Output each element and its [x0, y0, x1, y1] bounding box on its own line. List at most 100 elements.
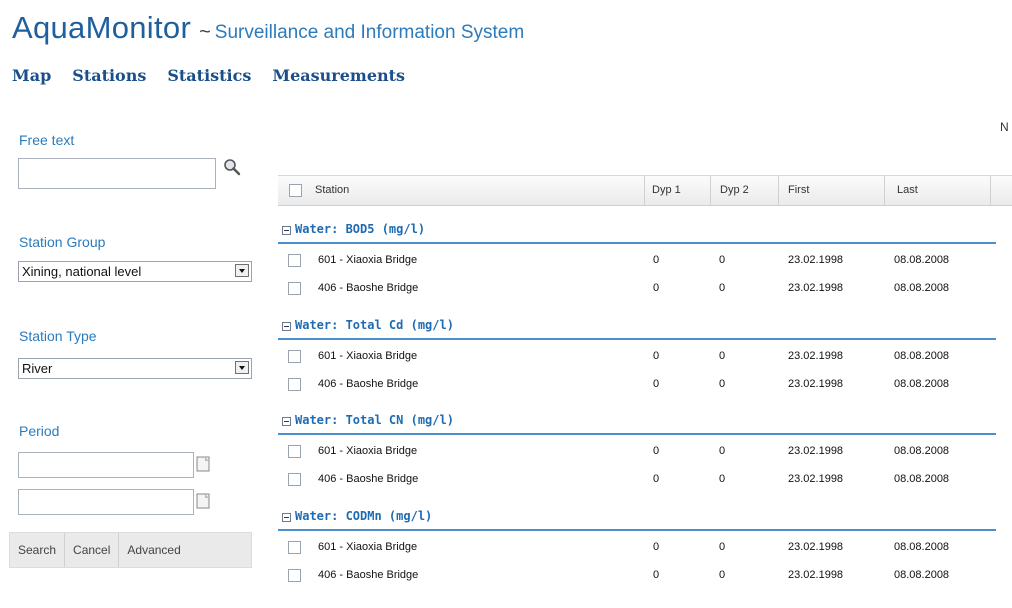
- table-row[interactable]: 601 - Xiaoxia Bridge 0 0 23.02.1998 08.0…: [278, 247, 996, 275]
- chevron-down-icon[interactable]: [235, 361, 249, 374]
- search-button[interactable]: Search: [10, 533, 66, 567]
- cell-station: 406 - Baoshe Bridge: [318, 378, 419, 390]
- cell-station: 406 - Baoshe Bridge: [318, 282, 419, 294]
- truncated-label: N: [1000, 120, 1009, 134]
- cell-dyp2: 0: [719, 378, 726, 390]
- table-row[interactable]: 601 - Xiaoxia Bridge 0 0 23.02.1998 08.0…: [278, 534, 996, 562]
- app-header: AquaMonitor ~ Surveillance and Information…: [12, 10, 524, 50]
- cell-first: 23.02.1998: [788, 473, 844, 485]
- col-station[interactable]: Station: [315, 176, 349, 205]
- app-subtitle: Surveillance and Information System: [214, 22, 525, 43]
- col-dyp1[interactable]: Dyp 1: [644, 176, 710, 205]
- station-group-label: Station Group: [19, 234, 106, 250]
- station-type-label: Station Type: [19, 328, 97, 344]
- cell-dyp1: 0: [653, 378, 660, 390]
- cell-last: 08.08.2008: [894, 541, 950, 553]
- col-filler: [990, 176, 1012, 205]
- cell-dyp2: 0: [719, 445, 726, 457]
- filter-actions: Search Cancel Advanced: [9, 532, 252, 568]
- col-dyp2[interactable]: Dyp 2: [710, 176, 778, 205]
- cell-dyp2: 0: [719, 350, 726, 362]
- cell-last: 08.08.2008: [894, 473, 950, 485]
- row-checkbox[interactable]: [288, 473, 301, 486]
- collapse-icon[interactable]: [282, 417, 291, 426]
- table-row[interactable]: 601 - Xiaoxia Bridge 0 0 23.02.1998 08.0…: [278, 343, 996, 371]
- chevron-down-icon[interactable]: [235, 264, 249, 277]
- select-all-checkbox[interactable]: [289, 184, 302, 197]
- cell-first: 23.02.1998: [788, 378, 844, 390]
- calendar-icon[interactable]: [196, 493, 210, 509]
- row-checkbox[interactable]: [288, 282, 301, 295]
- cell-station: 406 - Baoshe Bridge: [318, 569, 419, 581]
- group-header[interactable]: Water: Total Cd (mg/l): [278, 316, 996, 340]
- grid-header: Station Dyp 1 Dyp 2 First Last: [278, 175, 1012, 206]
- group-title: Water: CODMn (mg/l): [295, 509, 433, 523]
- row-checkbox[interactable]: [288, 541, 301, 554]
- cell-last: 08.08.2008: [894, 254, 950, 266]
- station-type-value: River: [22, 361, 53, 376]
- calendar-icon[interactable]: [196, 456, 210, 472]
- period-to-input[interactable]: [18, 489, 194, 515]
- cell-dyp1: 0: [653, 569, 660, 581]
- cell-station: 601 - Xiaoxia Bridge: [318, 350, 418, 362]
- cell-dyp2: 0: [719, 569, 726, 581]
- station-group-select[interactable]: Xining, national level: [18, 261, 252, 282]
- cell-last: 08.08.2008: [894, 445, 950, 457]
- row-checkbox[interactable]: [288, 445, 301, 458]
- cell-first: 23.02.1998: [788, 541, 844, 553]
- table-row[interactable]: 406 - Baoshe Bridge 0 0 23.02.1998 08.08…: [278, 562, 996, 590]
- cell-last: 08.08.2008: [894, 378, 950, 390]
- row-checkbox[interactable]: [288, 378, 301, 391]
- app-name: AquaMonitor: [12, 10, 192, 45]
- cell-dyp1: 0: [653, 282, 660, 294]
- advanced-button[interactable]: Advanced: [119, 533, 188, 567]
- table-row[interactable]: 406 - Baoshe Bridge 0 0 23.02.1998 08.08…: [278, 275, 996, 303]
- free-text-input[interactable]: [18, 158, 216, 189]
- free-text-label: Free text: [19, 132, 75, 148]
- main-nav: Map Stations Statistics Measurements: [12, 66, 426, 85]
- group-title: Water: BOD5 (mg/l): [295, 222, 426, 236]
- col-first[interactable]: First: [778, 176, 884, 205]
- cell-dyp1: 0: [653, 350, 660, 362]
- cell-dyp2: 0: [719, 541, 726, 553]
- table-row[interactable]: 601 - Xiaoxia Bridge 0 0 23.02.1998 08.0…: [278, 438, 996, 466]
- cell-last: 08.08.2008: [894, 569, 950, 581]
- row-checkbox[interactable]: [288, 350, 301, 363]
- nav-map[interactable]: Map: [12, 66, 51, 85]
- period-label: Period: [19, 423, 60, 439]
- cell-dyp1: 0: [653, 473, 660, 485]
- cancel-button[interactable]: Cancel: [65, 533, 120, 567]
- group-header[interactable]: Water: BOD5 (mg/l): [278, 220, 996, 244]
- table-row[interactable]: 406 - Baoshe Bridge 0 0 23.02.1998 08.08…: [278, 371, 996, 399]
- cell-station: 601 - Xiaoxia Bridge: [318, 445, 418, 457]
- cell-first: 23.02.1998: [788, 569, 844, 581]
- group-header[interactable]: Water: Total CN (mg/l): [278, 411, 996, 435]
- station-group-value: Xining, national level: [22, 264, 142, 279]
- collapse-icon[interactable]: [282, 226, 291, 235]
- collapse-icon[interactable]: [282, 322, 291, 331]
- cell-dyp1: 0: [653, 541, 660, 553]
- cell-station: 601 - Xiaoxia Bridge: [318, 254, 418, 266]
- collapse-icon[interactable]: [282, 513, 291, 522]
- cell-dyp2: 0: [719, 254, 726, 266]
- nav-measurements[interactable]: Measurements: [272, 66, 405, 85]
- station-type-select[interactable]: River: [18, 358, 252, 379]
- cell-last: 08.08.2008: [894, 350, 950, 362]
- cell-dyp1: 0: [653, 254, 660, 266]
- magnifier-icon[interactable]: [222, 157, 244, 179]
- cell-first: 23.02.1998: [788, 350, 844, 362]
- table-row[interactable]: 406 - Baoshe Bridge 0 0 23.02.1998 08.08…: [278, 466, 996, 494]
- group-header[interactable]: Water: CODMn (mg/l): [278, 507, 996, 531]
- group-title: Water: Total Cd (mg/l): [295, 318, 454, 332]
- cell-first: 23.02.1998: [788, 445, 844, 457]
- row-checkbox[interactable]: [288, 254, 301, 267]
- period-from-input[interactable]: [18, 452, 194, 478]
- cell-first: 23.02.1998: [788, 254, 844, 266]
- measurements-grid: Station Dyp 1 Dyp 2 First Last Water: BO…: [278, 175, 1012, 608]
- col-last[interactable]: Last: [884, 176, 990, 205]
- nav-statistics[interactable]: Statistics: [167, 66, 251, 85]
- cell-first: 23.02.1998: [788, 282, 844, 294]
- cell-station: 406 - Baoshe Bridge: [318, 473, 419, 485]
- row-checkbox[interactable]: [288, 569, 301, 582]
- nav-stations[interactable]: Stations: [72, 66, 146, 85]
